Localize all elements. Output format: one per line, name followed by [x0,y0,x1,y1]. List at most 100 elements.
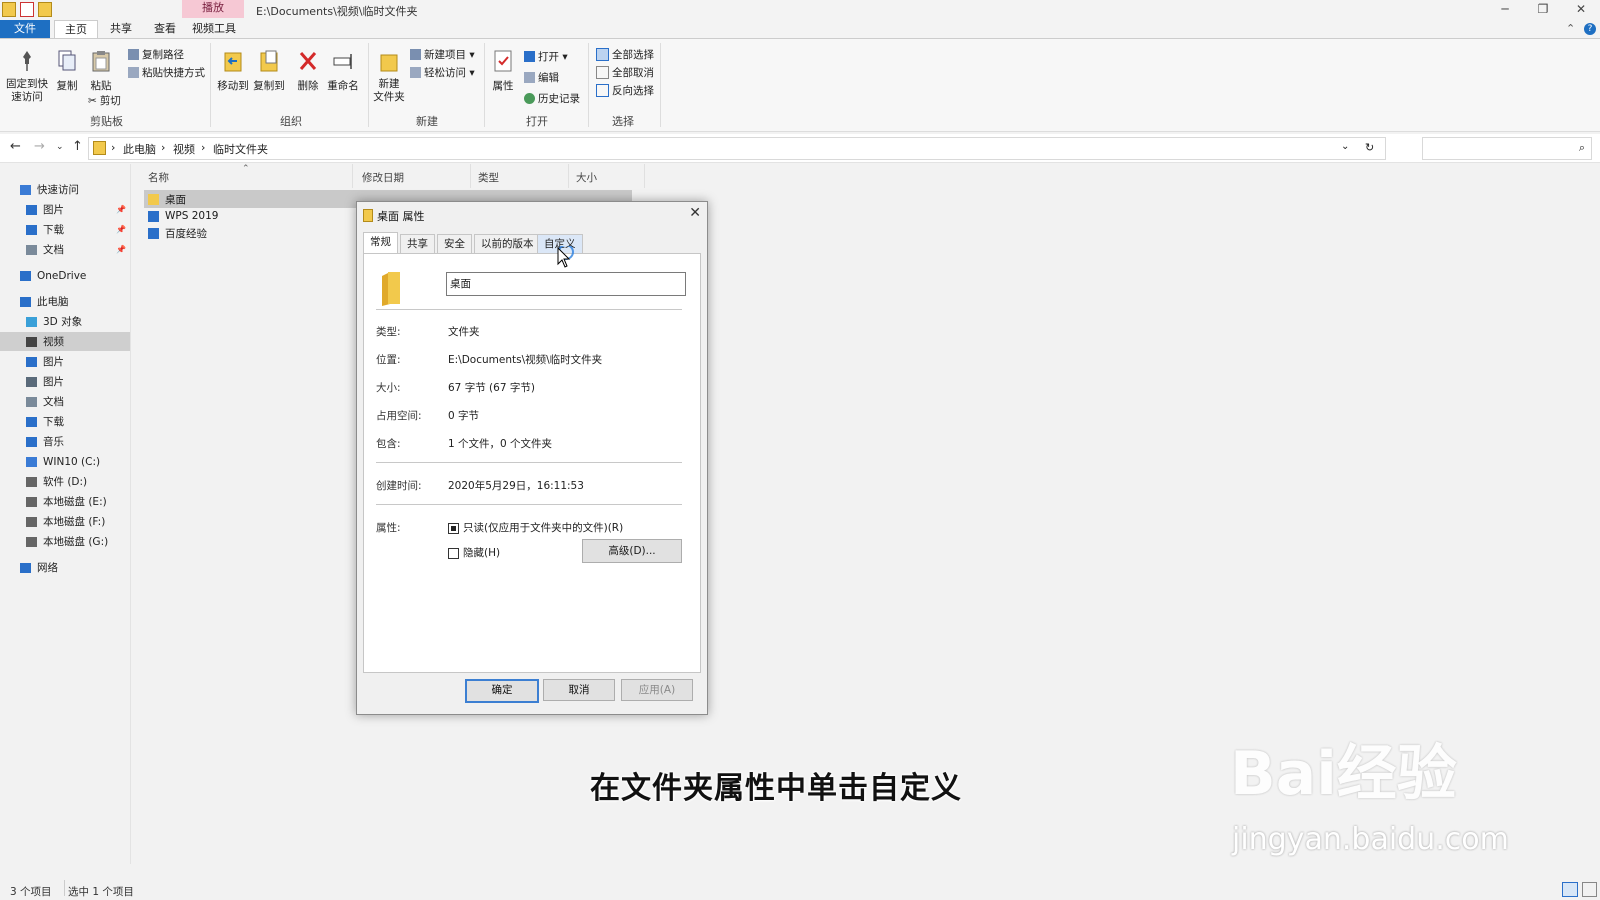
nav-item[interactable]: 下载 📌 [0,220,130,239]
breadcrumb-videos[interactable]: 视频 [173,141,195,157]
nav-item-label: 音乐 [43,436,64,448]
nav-item[interactable]: 网络 [0,558,130,577]
column-header-modified[interactable]: 修改日期 [362,170,404,185]
breadcrumb-this-pc[interactable]: 此电脑 [123,141,156,157]
copy-to-button[interactable]: 复制到 [252,49,286,93]
cut-button[interactable]: ✂ 剪切 [88,93,121,108]
nav-item[interactable]: 本地磁盘 (E:) [0,492,130,511]
column-separator[interactable] [568,164,569,188]
file-icon [148,210,159,222]
hidden-checkbox[interactable]: 隐藏(H) [448,545,500,560]
nav-item[interactable]: 下载 [0,412,130,431]
up-button[interactable]: ↑ [72,139,83,154]
tab-view[interactable]: 查看 [144,20,186,38]
folder-name-input[interactable]: 桌面 [446,272,686,296]
forward-button[interactable]: → [34,139,45,154]
details-view-icon[interactable] [1562,882,1578,897]
apply-button[interactable]: 应用(A) [621,679,693,701]
cancel-button[interactable]: 取消 [543,679,615,701]
large-icons-view-icon[interactable] [1582,882,1597,897]
nav-item[interactable]: 本地磁盘 (F:) [0,512,130,531]
invert-selection-button[interactable]: 反向选择 [596,83,654,98]
file-icon [148,227,159,239]
restore-button[interactable]: ❐ [1528,2,1558,18]
new-folder-icon[interactable] [38,2,52,17]
nav-item[interactable]: 软件 (D:) [0,472,130,491]
paste-button[interactable]: 粘贴 [86,49,116,93]
nav-item-icon [26,224,37,235]
dialog-close-button[interactable]: ✕ [689,205,701,221]
column-header-type[interactable]: 类型 [478,170,499,185]
nav-item[interactable]: 快速访问 [0,180,130,199]
tab-sharing[interactable]: 共享 [400,234,435,253]
column-header-name[interactable]: 名称 [148,170,169,185]
location-label: 位置: [376,354,401,366]
recent-dropdown-icon[interactable]: ⌄ [56,142,64,152]
address-dropdown-icon[interactable]: ⌄ [1341,141,1349,152]
nav-item[interactable]: WIN10 (C:) [0,452,130,471]
column-separator[interactable] [470,164,471,188]
paste-shortcut-button[interactable]: 粘贴快捷方式 [128,65,205,80]
properties-icon[interactable] [20,2,34,17]
tab-home[interactable]: 主页 [54,20,98,38]
column-separator[interactable] [352,164,353,188]
group-label-open: 打开 [526,115,548,128]
address-bar[interactable]: › 此电脑 › 视频 › 临时文件夹 ⌄ ↻ [88,137,1386,160]
refresh-icon[interactable]: ↻ [1365,141,1374,154]
advanced-button[interactable]: 高级(D)... [582,539,682,563]
tab-file[interactable]: 文件 [0,20,50,38]
pin-quick-access-button[interactable]: 固定到快 速访问 [4,49,50,104]
nav-item-icon [20,562,31,573]
nav-item-icon [20,270,31,281]
nav-item[interactable]: 图片 [0,352,130,371]
nav-item[interactable]: OneDrive [0,266,130,285]
nav-item-label: 此电脑 [37,296,69,308]
select-all-icon [596,48,609,61]
ok-button[interactable]: 确定 [465,679,539,703]
ribbon-collapse-icon[interactable]: ⌃ [1566,22,1575,35]
select-all-button[interactable]: 全部选择 [596,47,654,62]
back-button[interactable]: ← [10,139,21,154]
file-name: WPS 2019 [165,210,219,222]
column-separator[interactable] [644,164,645,188]
nav-item[interactable]: 3D 对象 [0,312,130,331]
readonly-checkbox[interactable]: 只读(仅应用于文件夹中的文件)(R) [448,520,623,535]
open-button[interactable]: 打开 ▾ [524,49,568,64]
tab-share[interactable]: 共享 [100,20,142,38]
tab-video-tools[interactable]: 视频工具 [182,20,246,38]
nav-item[interactable]: 图片 [0,372,130,391]
edit-button[interactable]: 编辑 [524,70,559,85]
breadcrumb-separator: › [161,141,166,154]
group-separator [660,43,661,127]
column-header-size[interactable]: 大小 [576,170,597,185]
new-item-button[interactable]: 新建项目 ▾ [410,47,475,62]
copy-path-button[interactable]: 复制路径 [128,47,184,62]
nav-item[interactable]: 视频 [0,332,130,351]
nav-item[interactable]: 此电脑 [0,292,130,311]
rename-button[interactable]: 重命名 [326,49,360,93]
copy-icon [58,50,76,71]
copy-to-icon [260,50,278,72]
easy-access-button[interactable]: 轻松访问 ▾ [410,65,475,80]
nav-item[interactable]: 图片 📌 [0,200,130,219]
search-input[interactable]: ⌕ [1422,137,1592,160]
nav-item[interactable]: 音乐 [0,432,130,451]
help-icon[interactable]: ? [1584,23,1596,35]
delete-button[interactable]: 删除 [294,49,322,93]
copy-button[interactable]: 复制 [52,49,82,93]
nav-item[interactable]: 文档 📌 [0,240,130,259]
nav-item[interactable]: 本地磁盘 (G:) [0,532,130,551]
select-none-button[interactable]: 全部取消 [596,65,654,80]
properties-button[interactable]: 属性 [488,49,518,93]
tab-previous-versions[interactable]: 以前的版本 [474,234,541,253]
nav-item[interactable]: 文档 [0,392,130,411]
history-button[interactable]: 历史记录 [524,91,580,106]
close-button[interactable]: ✕ [1566,2,1596,18]
move-to-button[interactable]: 移动到 [216,49,250,93]
tab-general[interactable]: 常规 [363,232,398,254]
nav-item-label: 本地磁盘 (G:) [43,536,109,548]
minimize-button[interactable]: ─ [1490,2,1520,18]
breadcrumb-temp-folder[interactable]: 临时文件夹 [213,141,268,157]
tab-security[interactable]: 安全 [437,234,472,253]
new-folder-button[interactable]: 新建 文件夹 [372,49,406,104]
